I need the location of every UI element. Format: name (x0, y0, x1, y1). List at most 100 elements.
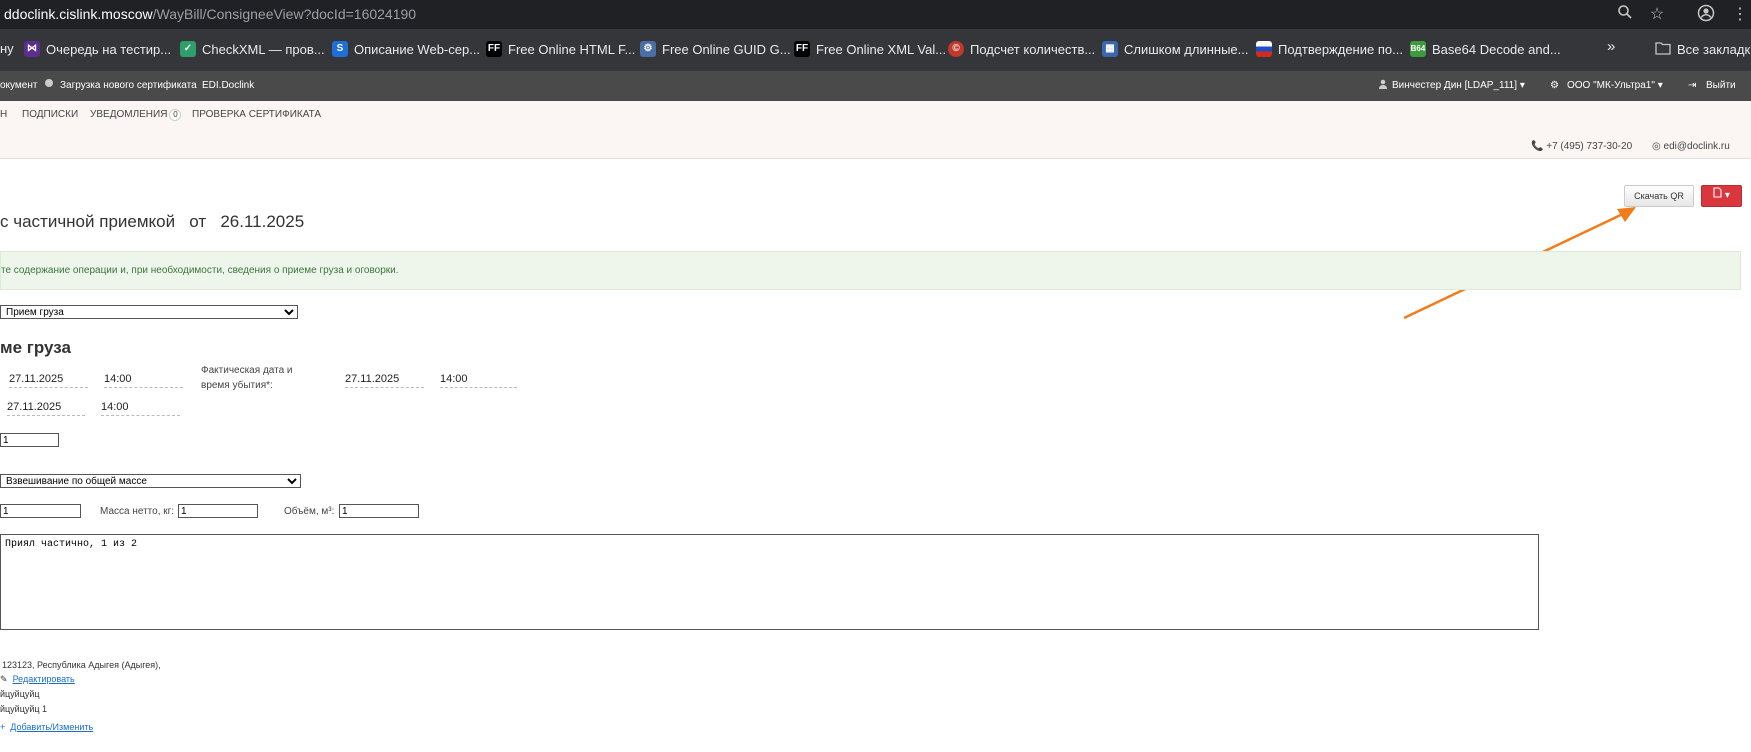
visualstudio-icon: ⋈ (24, 41, 40, 57)
ff-icon: FF (486, 41, 502, 57)
address-text: 123123, Республика Адыгея (Адыгея), (2, 660, 161, 670)
actual-time-field[interactable]: 14:00 (440, 371, 517, 388)
bookmark-item[interactable]: ✓ CheckXML — пров... (180, 41, 325, 57)
url-path: /WayBill/ConsigneeView?docId=16024190 (152, 6, 417, 22)
user-name: Винчестер Дин [LDAP_111] (1392, 80, 1518, 91)
weighing-method-select[interactable]: Взвешивание по общей массе (0, 474, 301, 488)
bullet-icon (44, 78, 54, 91)
logout-icon: ⇥ (1688, 80, 1697, 91)
edit-row: ✎ Редактировать (0, 674, 75, 685)
quantity-input[interactable] (0, 433, 59, 447)
operation-select[interactable]: Прием груза (0, 305, 298, 319)
menu-edi-doclink[interactable]: EDI.Doclink (202, 80, 254, 91)
volume-label: Объём, м³: (284, 506, 335, 517)
title-text: с частичной приемкой (0, 212, 176, 231)
org-name: ООО "МК-Ультра1" (1567, 80, 1655, 91)
tab-notifications-label: УВЕДОМЛЕНИЯ (90, 109, 168, 120)
title-from: от (189, 212, 207, 231)
page-title: с частичной приемкой от 26.11.2025 (0, 212, 304, 232)
logout-button[interactable]: Выйти (1706, 80, 1736, 91)
bookmark-label: Free Online XML Val... (816, 41, 947, 57)
bookmark-item[interactable]: S Описание Web-сер... (332, 41, 480, 57)
remarks-textarea[interactable]: Приял частично, 1 из 2 (0, 534, 1539, 630)
info-alert: те содержание операции и, при необходимо… (0, 251, 1741, 290)
email-contact[interactable]: ◎ edi@doclink.ru (1652, 141, 1730, 152)
bookmark-star-icon[interactable]: ☆ (1646, 4, 1668, 26)
bookmark-label: Описание Web-сер... (354, 41, 481, 57)
russia-flag-icon (1256, 41, 1272, 57)
title-date: 26.11.2025 (220, 212, 305, 231)
copyright-icon: © (948, 41, 964, 57)
gear-icon: ⚙ (1550, 80, 1559, 91)
net-weight-label: Масса нетто, кг: (100, 506, 175, 517)
add-change-link[interactable]: Добавить/Изменить (10, 722, 93, 732)
phone-number: +7 (495) 737-30-20 (1546, 141, 1633, 152)
actual-date-field[interactable]: 27.11.2025 (345, 371, 424, 388)
pdf-icon (1713, 187, 1725, 201)
section-title: ме груза (0, 338, 71, 357)
more-label: » (1607, 38, 1616, 55)
bookmark-item[interactable]: ⚙ Free Online GUID G... (640, 41, 791, 57)
plus-icon: + (0, 722, 6, 732)
bookmark-label: Free Online GUID G... (662, 41, 791, 57)
email-address: edi@doclink.ru (1663, 141, 1730, 152)
bookmark-item[interactable]: ⋈ Очередь на тестир... (24, 41, 171, 57)
all-bookmarks-button[interactable]: Все закладки (1655, 41, 1751, 58)
net-weight-input[interactable] (178, 504, 258, 518)
bookmark-item[interactable]: ▦ Слишком длинные... (1102, 41, 1248, 57)
user-icon (1378, 79, 1388, 92)
caret-down-icon: ▾ (1724, 190, 1730, 201)
bookmark-item[interactable]: FF Free Online HTML F... (486, 41, 635, 57)
bookmark-item[interactable]: Подтверждение по... (1256, 41, 1403, 57)
more-bookmarks-button[interactable]: » (1607, 38, 1615, 55)
browser-menu-icon[interactable]: ⋮ (1729, 4, 1751, 26)
profile-icon[interactable] (1695, 4, 1717, 26)
pdf-dropdown-button[interactable]: ▾ (1701, 185, 1742, 207)
azure-icon: S (332, 41, 348, 57)
bookmark-label: CheckXML — пров... (202, 41, 325, 57)
time-field-2[interactable]: 14:00 (101, 399, 180, 416)
time-field[interactable]: 14:00 (104, 371, 183, 388)
notifications-badge: 0 (169, 109, 182, 121)
gross-weight-input[interactable] (0, 504, 81, 518)
bookmark-label: Free Online HTML F... (508, 41, 636, 57)
caret-down-icon: ▾ (1657, 80, 1663, 91)
app-top-bar: окумент Загрузка нового сертификата EDI.… (0, 71, 1751, 101)
base64-icon: B64 (1410, 41, 1426, 57)
url-host: ddoclink.cislink.moscow (4, 6, 153, 22)
bookmark-label: Слишком длинные... (1124, 41, 1249, 57)
zoom-icon[interactable] (1614, 4, 1636, 26)
pencil-icon: ✎ (0, 674, 8, 684)
phone-contact: 📞 +7 (495) 737-30-20 (1531, 141, 1632, 152)
tab-partial[interactable]: Н (0, 109, 7, 120)
bookmark-item[interactable]: ну (0, 41, 14, 56)
volume-input[interactable] (339, 504, 419, 518)
phone-icon: 📞 (1531, 141, 1544, 152)
tab-certificate-check[interactable]: ПРОВЕРКА СЕРТИФИКАТА (192, 109, 321, 120)
tab-subscriptions[interactable]: ПОДПИСКИ (22, 109, 78, 120)
tab-notifications[interactable]: УВЕДОМЛЕНИЯ 0 (90, 109, 182, 121)
add-row: + Добавить/Изменить (0, 722, 93, 732)
info-line: йцуйцуйц (0, 689, 40, 699)
org-menu[interactable]: ООО "МК-Ультра1" ▾ (1567, 80, 1663, 91)
guid-icon: ⚙ (640, 41, 656, 57)
menu-document[interactable]: окумент (0, 80, 37, 91)
browser-address-bar[interactable]: ddoclink.cislink.moscow/WayBill/Consigne… (0, 0, 1751, 29)
bookmark-item[interactable]: FF Free Online XML Val... (794, 41, 946, 57)
menu-upload-certificate[interactable]: Загрузка нового сертификата (60, 80, 197, 91)
all-bookmarks-label: Все закладки (1677, 42, 1751, 57)
nav-bar: Н ПОДПИСКИ УВЕДОМЛЕНИЯ 0 ПРОВЕРКА СЕРТИФИ… (0, 101, 1751, 159)
email-icon: ◎ (1652, 141, 1661, 152)
window-icon: ▦ (1102, 41, 1118, 57)
checkxml-icon: ✓ (180, 41, 196, 57)
bookmark-item[interactable]: © Подсчет количеств... (948, 41, 1095, 57)
url-text[interactable]: ddoclink.cislink.moscow/WayBill/Consigne… (4, 6, 416, 22)
actual-departure-label: Фактическая дата и время убытия*: (201, 365, 293, 391)
date-field[interactable]: 27.11.2025 (9, 371, 88, 388)
user-menu[interactable]: Винчестер Дин [LDAP_111] ▾ (1392, 80, 1525, 91)
date-field-2[interactable]: 27.11.2025 (7, 399, 85, 416)
folder-icon (1655, 41, 1671, 58)
edit-link[interactable]: Редактировать (13, 674, 75, 684)
ff-icon: FF (794, 41, 810, 57)
bookmark-item[interactable]: B64 Base64 Decode and... (1410, 41, 1561, 57)
